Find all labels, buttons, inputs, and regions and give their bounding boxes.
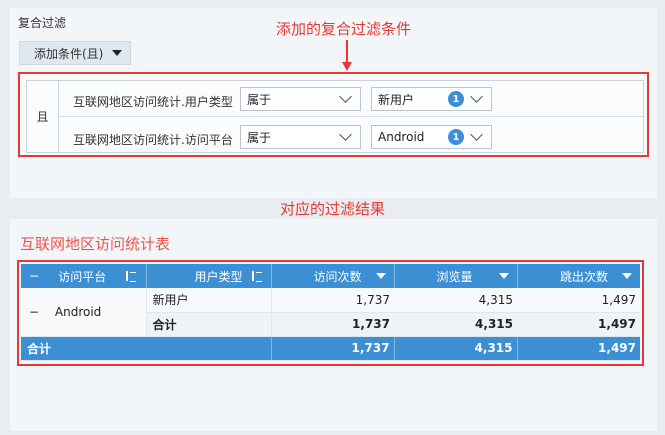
pivot-table: − 访问平台 用户类型 访问次数 浏览量 跳出次数 − Android 新用户 …: [21, 264, 640, 361]
pageviews-cell: 4,315: [394, 336, 518, 361]
divider: [59, 116, 643, 117]
panel-title: 复合过滤: [18, 16, 67, 30]
caret-down-icon[interactable]: [112, 50, 122, 56]
header-visits[interactable]: 访问次数: [271, 264, 395, 288]
operator-select[interactable]: 属于: [240, 125, 361, 149]
value-select[interactable]: Android 1: [371, 125, 492, 149]
sort-icon[interactable]: [251, 270, 263, 282]
bounces-cell: 1,497: [517, 288, 640, 313]
chevron-down-icon: [470, 128, 483, 141]
dropdown-icon[interactable]: [498, 273, 509, 279]
platform-value: Android: [54, 304, 102, 319]
condition-field-label: 互联网地区访问统计.用户类型: [73, 95, 233, 109]
selected-value: 新用户: [378, 92, 415, 107]
value-select[interactable]: 新用户 1: [371, 87, 492, 111]
header-label: 浏览量: [436, 269, 473, 284]
condition-field-label: 互联网地区访问统计.访问平台: [73, 133, 233, 147]
chevron-down-icon: [470, 90, 483, 103]
header-label: 访问次数: [313, 269, 362, 284]
bounces-cell: 1,497: [517, 312, 640, 337]
header-label: 用户类型: [194, 269, 243, 284]
operator-value: 属于: [247, 130, 272, 145]
arrow-down-icon: [342, 62, 352, 71]
selected-value: Android: [378, 130, 425, 144]
sort-icon[interactable]: [125, 270, 137, 282]
total-label: 合计: [21, 336, 272, 361]
chevron-down-icon: [339, 128, 352, 141]
condition-group: 且 互联网地区访问统计.用户类型 属于 新用户 1 互联网地区访问统计.访问平台…: [26, 80, 644, 153]
add-condition-button[interactable]: 添加条件(且): [19, 41, 131, 65]
condition-highlight-box: 且 互联网地区访问统计.用户类型 属于 新用户 1 互联网地区访问统计.访问平台…: [18, 72, 649, 157]
annotation-text: 对应的过滤结果: [280, 200, 386, 218]
operator-value: 属于: [247, 92, 272, 107]
subtotal-label: 合计: [146, 312, 272, 337]
chevron-down-icon: [339, 90, 352, 103]
table-title: 互联网地区访问统计表: [20, 235, 171, 253]
result-highlight-box: − 访问平台 用户类型 访问次数 浏览量 跳出次数 − Android 新用户 …: [17, 260, 644, 366]
selected-count-badge: 1: [448, 129, 464, 145]
user-type-cell: 新用户: [146, 288, 272, 313]
collapse-all-icon[interactable]: −: [29, 269, 39, 283]
header-platform[interactable]: − 访问平台: [21, 264, 147, 288]
header-bounces[interactable]: 跳出次数: [517, 264, 640, 288]
annotation-arrow: [346, 40, 348, 62]
bounces-cell: 1,497: [517, 336, 640, 361]
add-condition-label: 添加条件(且): [34, 46, 104, 61]
logic-and-label[interactable]: 且: [27, 81, 59, 152]
selected-count-badge: 1: [448, 91, 464, 107]
dropdown-icon[interactable]: [375, 273, 386, 279]
pageviews-cell: 4,315: [394, 288, 517, 313]
visits-cell: 1,737: [271, 288, 394, 313]
dropdown-icon[interactable]: [622, 273, 632, 279]
header-user-type[interactable]: 用户类型: [146, 264, 272, 288]
annotation-text: 添加的复合过滤条件: [276, 20, 412, 38]
collapse-icon[interactable]: −: [29, 305, 39, 319]
pageviews-cell: 4,315: [394, 312, 517, 337]
platform-cell: − Android: [21, 288, 147, 337]
operator-select[interactable]: 属于: [240, 87, 361, 111]
visits-cell: 1,737: [271, 312, 394, 337]
header-label: 访问平台: [58, 269, 107, 284]
header-label: 跳出次数: [559, 269, 608, 284]
header-pageviews[interactable]: 浏览量: [394, 264, 518, 288]
total-row: 合计 1,737 4,315 1,497: [21, 336, 640, 361]
visits-cell: 1,737: [271, 336, 395, 361]
table-row: − Android 新用户 1,737 4,315 1,497: [21, 288, 640, 337]
